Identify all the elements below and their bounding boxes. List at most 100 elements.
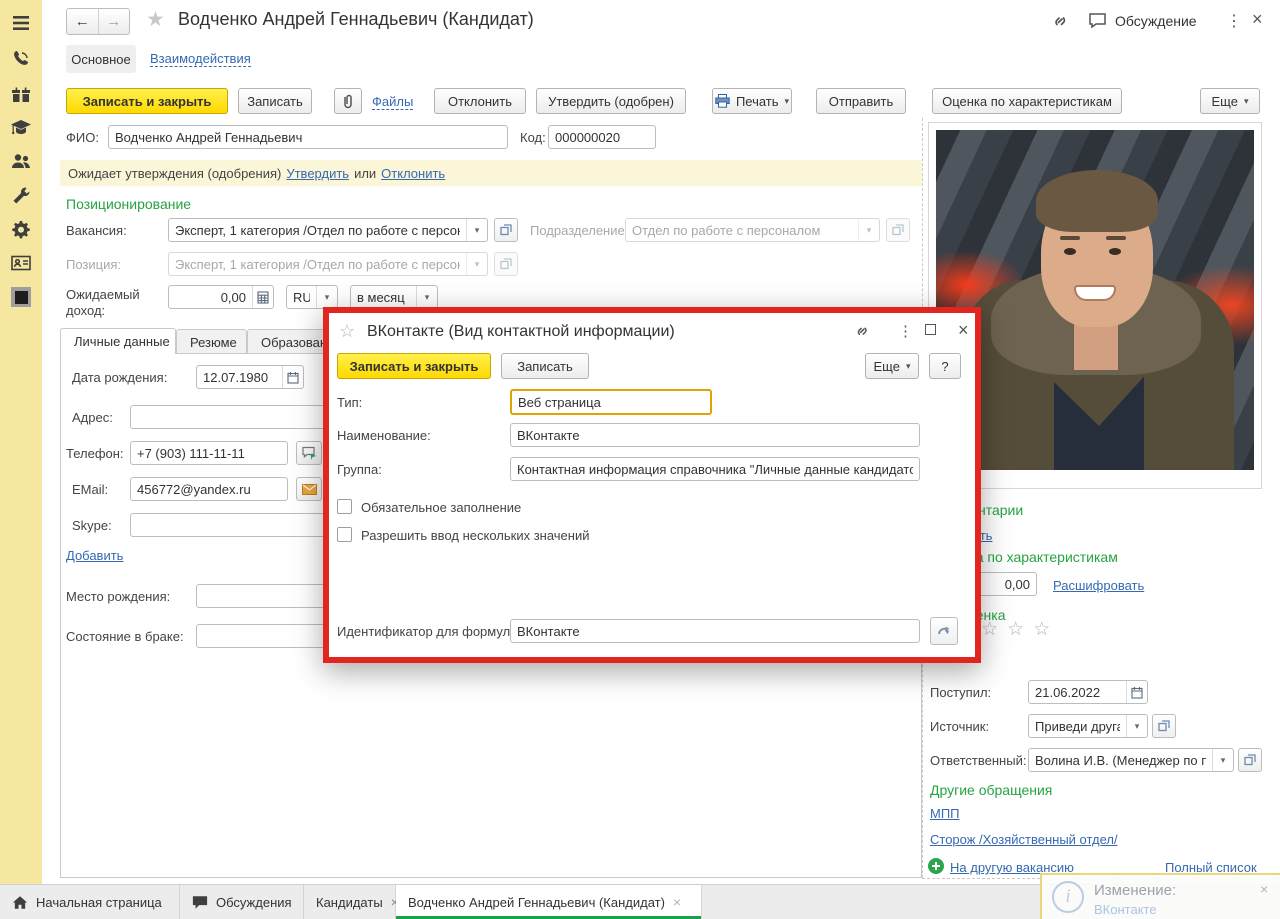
code-input[interactable] bbox=[548, 125, 656, 149]
modal-help-button[interactable]: ? bbox=[929, 353, 961, 379]
save-button[interactable]: Записать bbox=[238, 88, 312, 114]
more-button[interactable]: Еще ▾ bbox=[1200, 88, 1260, 114]
assessment-button[interactable]: Оценка по характеристикам bbox=[932, 88, 1122, 114]
kebab-menu-icon[interactable]: ⋮ bbox=[1220, 10, 1248, 32]
navtab-interactions[interactable]: Взаимодействия bbox=[150, 51, 251, 67]
position-open-button[interactable] bbox=[494, 252, 518, 276]
send-email-button[interactable] bbox=[296, 477, 322, 501]
currency-dropdown-arrow[interactable]: ▾ bbox=[316, 286, 337, 308]
page-title: Водченко Андрей Геннадьевич (Кандидат) bbox=[178, 9, 534, 29]
people-icon[interactable] bbox=[10, 151, 32, 173]
identifier-input[interactable] bbox=[510, 619, 920, 643]
vacancy-open-button[interactable] bbox=[494, 218, 518, 242]
modal-save-button[interactable]: Записать bbox=[501, 353, 589, 379]
notification-close-icon[interactable]: × bbox=[1260, 881, 1268, 897]
gifts-icon[interactable] bbox=[10, 83, 32, 105]
taskbar-discussions-tab[interactable]: Обсуждения bbox=[180, 885, 304, 919]
print-button[interactable]: Печать ▾ bbox=[712, 88, 792, 114]
active-tab-close-icon[interactable]: × bbox=[673, 894, 681, 910]
add-contact-link[interactable]: Добавить bbox=[66, 548, 123, 563]
tab-resume[interactable]: Резюме bbox=[176, 329, 247, 354]
decrypt-link[interactable]: Расшифровать bbox=[1053, 578, 1144, 593]
department-input[interactable] bbox=[626, 219, 858, 241]
responsible-dropdown-arrow[interactable]: ▾ bbox=[1212, 749, 1233, 771]
department-open-button[interactable] bbox=[886, 218, 910, 242]
get-link-icon[interactable] bbox=[1050, 11, 1070, 31]
responsible-input[interactable] bbox=[1029, 749, 1212, 771]
paperclip-button[interactable] bbox=[334, 88, 362, 114]
modal-save-close-button[interactable]: Записать и закрыть bbox=[337, 353, 491, 379]
change-notification[interactable]: i Изменение: ВКонтакте × bbox=[1040, 873, 1280, 919]
period-dropdown-arrow[interactable]: ▾ bbox=[416, 286, 437, 308]
warning-approve-link[interactable]: Утвердить bbox=[286, 166, 349, 181]
received-date-input[interactable] bbox=[1029, 681, 1126, 703]
send-button[interactable]: Отправить bbox=[816, 88, 906, 114]
phone-icon[interactable] bbox=[10, 48, 32, 70]
source-dropdown-arrow[interactable]: ▾ bbox=[1126, 715, 1147, 737]
source-open-button[interactable] bbox=[1152, 714, 1176, 738]
gear-icon[interactable] bbox=[10, 219, 32, 241]
position-label: Позиция: bbox=[66, 257, 122, 272]
income-label-line1: Ожидаемый bbox=[66, 287, 140, 302]
notification-link[interactable]: ВКонтакте bbox=[1094, 902, 1157, 917]
send-sms-button[interactable] bbox=[296, 441, 322, 465]
decline-button[interactable]: Отклонить bbox=[434, 88, 526, 114]
tab-personal-data[interactable]: Личные данные bbox=[60, 328, 176, 354]
calculator-icon[interactable] bbox=[252, 286, 273, 308]
id-card-icon[interactable] bbox=[10, 252, 32, 274]
fio-label: ФИО: bbox=[66, 130, 99, 145]
modal-kebab-icon[interactable]: ⋮ bbox=[892, 321, 919, 341]
add-plus-icon[interactable] bbox=[928, 858, 944, 874]
taskbar-active-tab[interactable]: Водченко Андрей Геннадьевич (Кандидат) × bbox=[396, 885, 702, 919]
birthdate-calendar-icon[interactable] bbox=[282, 366, 303, 388]
storozh-link[interactable]: Сторож /Хозяйственный отдел/ bbox=[930, 832, 1118, 847]
menu-icon[interactable] bbox=[10, 12, 32, 34]
education-icon[interactable] bbox=[10, 117, 32, 139]
back-button[interactable]: ← bbox=[67, 9, 99, 34]
source-input[interactable] bbox=[1029, 715, 1126, 737]
star-4-icon[interactable]: ☆ bbox=[1007, 619, 1033, 640]
required-checkbox[interactable] bbox=[337, 499, 352, 514]
vacancy-input[interactable] bbox=[169, 219, 466, 241]
identifier-refresh-button[interactable] bbox=[930, 617, 958, 645]
received-calendar-icon[interactable] bbox=[1126, 681, 1147, 703]
taskbar-home-tab[interactable]: Начальная страница bbox=[0, 885, 180, 919]
type-input[interactable] bbox=[510, 389, 712, 415]
income-input[interactable] bbox=[169, 286, 252, 308]
approve-button[interactable]: Утвердить (одобрен) bbox=[536, 88, 686, 114]
modal-close-icon[interactable]: × bbox=[952, 319, 975, 342]
screen-icon[interactable] bbox=[10, 286, 32, 308]
period-value[interactable] bbox=[351, 286, 416, 308]
window-close-icon[interactable]: × bbox=[1246, 8, 1269, 31]
responsible-open-button[interactable] bbox=[1238, 748, 1262, 772]
position-dropdown-arrow[interactable]: ▾ bbox=[466, 253, 487, 275]
modal-favorite-star-icon[interactable]: ☆ bbox=[339, 321, 355, 342]
group-input[interactable] bbox=[510, 457, 920, 481]
birthdate-input[interactable] bbox=[197, 366, 282, 388]
discussion-button[interactable]: Обсуждение bbox=[1088, 12, 1197, 29]
multiple-values-checkbox[interactable] bbox=[337, 527, 352, 542]
mpp-link[interactable]: МПП bbox=[930, 806, 960, 821]
email-input[interactable] bbox=[130, 477, 288, 501]
star-5-icon[interactable]: ☆ bbox=[1033, 619, 1059, 640]
star-3-icon[interactable]: ☆ bbox=[981, 619, 1007, 640]
vacancy-dropdown-arrow[interactable]: ▾ bbox=[466, 219, 487, 241]
phone-input[interactable] bbox=[130, 441, 288, 465]
favorite-star-icon[interactable]: ★ bbox=[146, 7, 165, 32]
modal-more-button[interactable]: Еще ▾ bbox=[865, 353, 919, 379]
position-input[interactable] bbox=[169, 253, 466, 275]
taskbar-candidates-tab[interactable]: Кандидаты × bbox=[304, 885, 399, 919]
wrench-icon[interactable] bbox=[10, 185, 32, 207]
responsible-combo: ▾ bbox=[1028, 748, 1234, 772]
currency-value[interactable] bbox=[287, 286, 316, 308]
modal-maximize-icon[interactable] bbox=[925, 324, 936, 335]
save-close-button[interactable]: Записать и закрыть bbox=[66, 88, 228, 114]
department-dropdown-arrow[interactable]: ▾ bbox=[858, 219, 879, 241]
warning-decline-link[interactable]: Отклонить bbox=[381, 166, 445, 181]
forward-button[interactable]: → bbox=[99, 9, 130, 34]
name-input[interactable] bbox=[510, 423, 920, 447]
fio-input[interactable] bbox=[108, 125, 508, 149]
modal-get-link-icon[interactable] bbox=[853, 322, 871, 340]
navtab-main[interactable]: Основное bbox=[66, 45, 136, 73]
files-link[interactable]: Файлы bbox=[372, 94, 414, 110]
